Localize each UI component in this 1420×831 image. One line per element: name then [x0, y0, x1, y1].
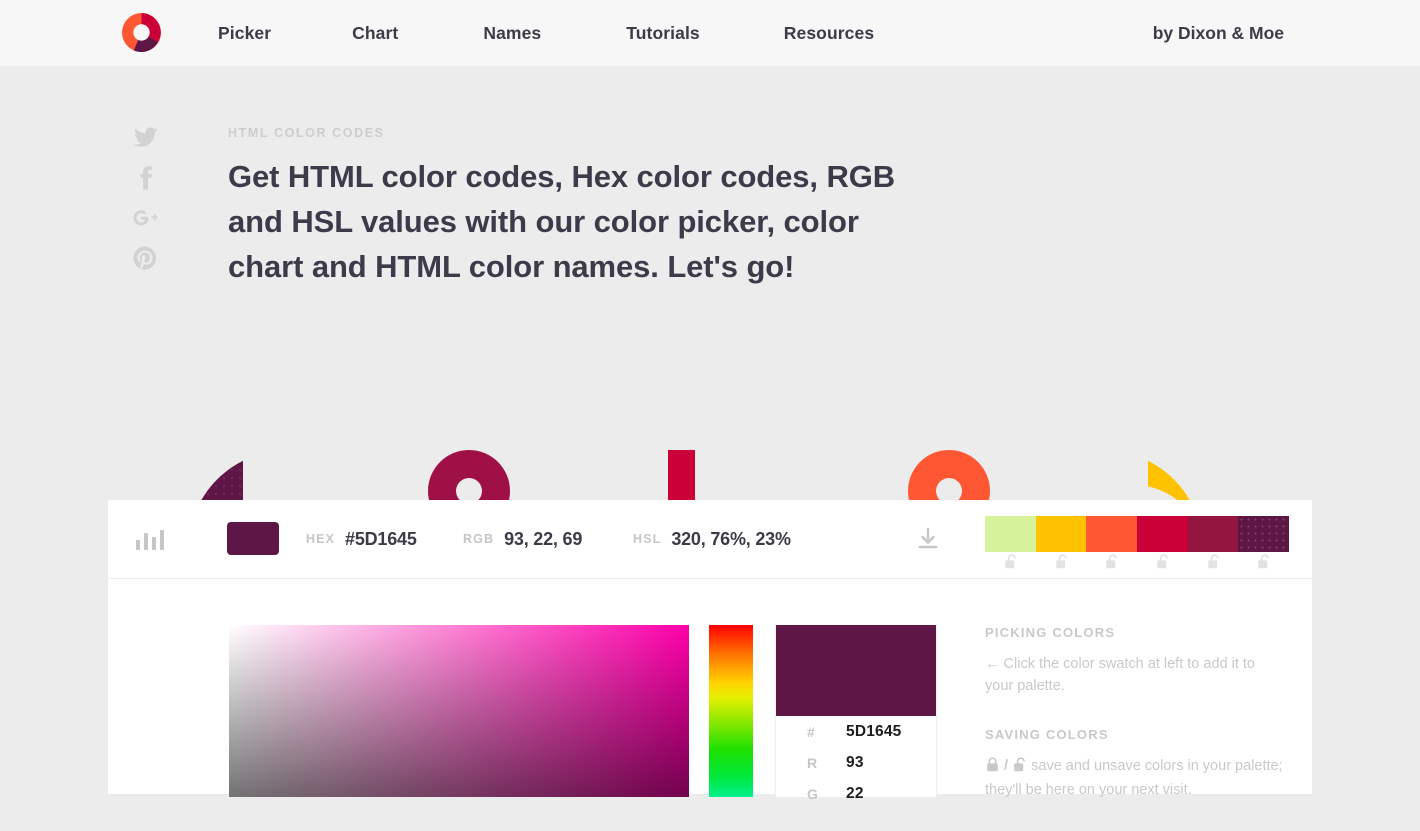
current-color-swatch[interactable] [227, 522, 279, 555]
nav-link-tutorials[interactable]: Tutorials [626, 23, 700, 44]
hex-value[interactable]: #5D1645 [345, 529, 417, 550]
color-toolbar: HEX #5D1645 RGB 93, 22, 69 HSL 320, 76%,… [108, 500, 1312, 578]
lock-icon [986, 757, 999, 779]
palette-swatch-4[interactable] [1137, 516, 1188, 552]
palette-swatch-3[interactable] [1086, 516, 1138, 552]
picking-colors-heading: PICKING COLORS [985, 625, 1116, 640]
nav-link-resources[interactable]: Resources [784, 23, 874, 44]
hero-title: Get HTML color codes, Hex color codes, R… [228, 159, 896, 284]
readout-key-hex: # [807, 723, 815, 740]
color-preview-block [776, 625, 936, 716]
hero-section: HTML COLOR CODES Get HTML color codes, H… [0, 66, 1420, 500]
twitter-icon[interactable] [131, 124, 161, 154]
unlock-icon-4[interactable] [1137, 554, 1188, 574]
palette-swatch-2[interactable] [1035, 516, 1087, 552]
unlock-icon-1[interactable] [985, 554, 1036, 574]
pinterest-icon[interactable] [131, 244, 161, 274]
hex-label: HEX [306, 532, 336, 546]
saving-colors-heading: SAVING COLORS [985, 727, 1109, 742]
download-icon[interactable] [913, 526, 943, 554]
hex-field: HEX #5D1645 [306, 500, 417, 578]
readout-key-r: R [807, 754, 818, 771]
color-readout-card: # 5D1645 R 93 G 22 [775, 625, 937, 802]
color-value-rows: # 5D1645 R 93 G 22 [776, 716, 936, 809]
picking-colors-text: Click the color swatch at left to add it… [985, 656, 1255, 694]
picking-colors-body: ← Click the color swatch at left to add … [985, 653, 1285, 697]
unlock-icon-2[interactable] [1036, 554, 1087, 574]
palette-lock-row [985, 554, 1289, 574]
saved-palette [985, 516, 1290, 552]
top-navigation-bar: Picker Chart Names Tutorials Resources b… [0, 0, 1420, 66]
saving-colors-body: / save and unsave colors in your palette… [985, 755, 1285, 801]
palette-swatch-1[interactable] [985, 516, 1036, 552]
bar-chart-icon[interactable] [134, 526, 168, 552]
rgb-label: RGB [463, 532, 495, 546]
saturation-value-gradient[interactable] [229, 625, 689, 797]
unlock-icon [1013, 757, 1026, 779]
readout-value-hex[interactable]: 5D1645 [846, 723, 902, 741]
palette-swatch-6[interactable] [1238, 516, 1290, 552]
nav-byline[interactable]: by Dixon & Moe [1153, 0, 1284, 66]
nav-links: Picker Chart Names Tutorials Resources [218, 0, 874, 66]
site-logo[interactable] [122, 13, 161, 52]
unlock-icon-5[interactable] [1188, 554, 1239, 574]
rgb-value[interactable]: 93, 22, 69 [504, 529, 582, 550]
palette-swatch-5[interactable] [1187, 516, 1239, 552]
donut-chart-logo-icon [122, 13, 161, 52]
social-share-rail [131, 124, 165, 284]
hsl-label: HSL [633, 532, 662, 546]
nav-link-picker[interactable]: Picker [218, 23, 271, 44]
hsl-value[interactable]: 320, 76%, 23% [671, 529, 791, 550]
rgb-field: RGB 93, 22, 69 [463, 500, 582, 578]
saving-colors-text: save and unsave colors in your palette; … [985, 758, 1283, 798]
google-plus-icon[interactable] [131, 204, 161, 234]
unlock-icon-3[interactable] [1086, 554, 1137, 574]
nav-link-chart[interactable]: Chart [352, 23, 398, 44]
hero-eyebrow: HTML COLOR CODES [228, 126, 385, 140]
nav-link-names[interactable]: Names [483, 23, 541, 44]
unlock-icon-6[interactable] [1238, 554, 1289, 574]
info-column: PICKING COLORS ← Click the color swatch … [985, 625, 1285, 831]
table-row: # 5D1645 [776, 716, 936, 747]
hsl-field: HSL 320, 76%, 23% [633, 500, 791, 578]
picker-panel: # 5D1645 R 93 G 22 PICKING COLORS ← Clic… [108, 578, 1312, 802]
left-arrow-icon: ← [985, 656, 1000, 672]
facebook-icon[interactable] [131, 164, 161, 194]
hue-slider[interactable] [709, 625, 753, 797]
table-row: R 93 [776, 747, 936, 778]
readout-value-r[interactable]: 93 [846, 754, 864, 772]
slash-separator: / [1004, 758, 1009, 774]
